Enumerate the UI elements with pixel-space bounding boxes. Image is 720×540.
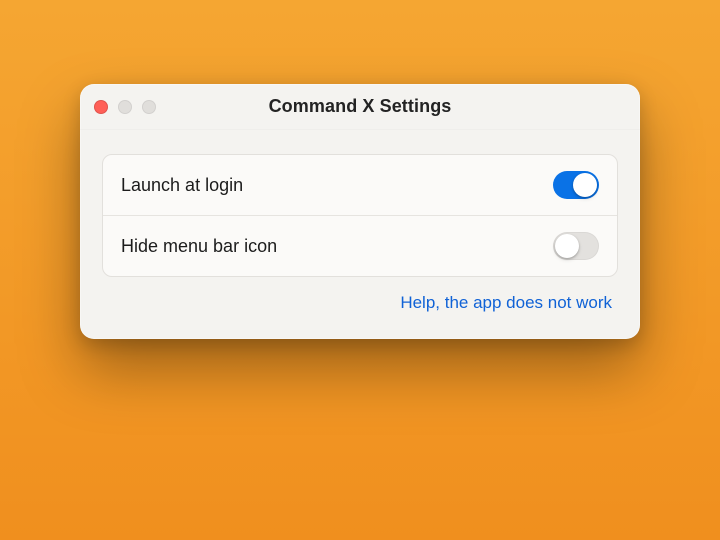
setting-row-launch-at-login: Launch at login (103, 155, 617, 215)
traffic-lights (94, 100, 156, 114)
launch-at-login-label: Launch at login (121, 175, 243, 196)
zoom-icon (142, 100, 156, 114)
titlebar: Command X Settings (80, 84, 640, 130)
settings-panel: Launch at login Hide menu bar icon (102, 154, 618, 277)
toggle-knob-icon (573, 173, 597, 197)
hide-menubar-icon-toggle[interactable] (553, 232, 599, 260)
toggle-knob-icon (555, 234, 579, 258)
close-icon[interactable] (94, 100, 108, 114)
settings-window: Command X Settings Launch at login Hide … (80, 84, 640, 339)
help-link[interactable]: Help, the app does not work (400, 293, 612, 312)
setting-row-hide-menubar-icon: Hide menu bar icon (103, 215, 617, 276)
window-content: Launch at login Hide menu bar icon Help,… (80, 130, 640, 339)
launch-at-login-toggle[interactable] (553, 171, 599, 199)
window-title: Command X Settings (269, 96, 452, 117)
minimize-icon (118, 100, 132, 114)
hide-menubar-icon-label: Hide menu bar icon (121, 236, 277, 257)
help-row: Help, the app does not work (102, 277, 618, 317)
